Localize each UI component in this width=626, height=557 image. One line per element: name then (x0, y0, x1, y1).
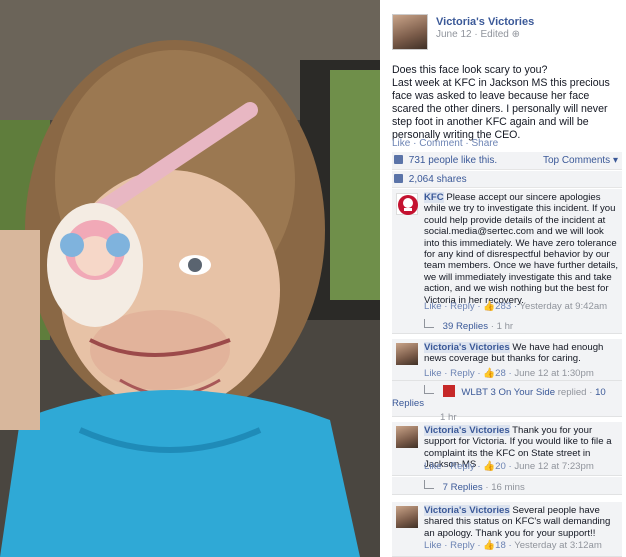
vv-avatar[interactable] (396, 343, 418, 365)
post-date[interactable]: June 12 (436, 29, 472, 40)
comment-body: KFC Please accept our sincere apologies … (424, 192, 620, 306)
shares-bar: 2,064 shares (392, 171, 622, 188)
comment-time[interactable]: Yesterday at 3:12am (514, 540, 602, 551)
comment-item: Victoria's Victories We have had enough … (392, 339, 622, 381)
replies-row[interactable]: 39 Replies · 1 hr (392, 316, 622, 334)
globe-icon: ⊕ (511, 29, 521, 40)
likes-text[interactable]: 731 people like this. (409, 155, 497, 166)
comment-like-link[interactable]: Like (424, 301, 442, 312)
likes-bar: 731 people like this. Top Comments ▾ (392, 152, 622, 170)
share-link[interactable]: Share (472, 138, 499, 149)
like-count[interactable]: 28 (495, 368, 506, 379)
comment-footer: Like · Reply · 👍18 · Yesterday at 3:12am (424, 540, 602, 551)
wlbt-avatar[interactable] (442, 385, 455, 397)
post-panel: Victoria's Victories June 12 · Edited ⊕ … (388, 0, 626, 557)
post-header: Victoria's Victories June 12 · Edited ⊕ (388, 0, 626, 52)
comment-author[interactable]: Victoria's Victories (424, 505, 510, 516)
comment-item: Victoria's Victories Several people have… (392, 502, 622, 557)
comment-link[interactable]: Comment (419, 138, 462, 149)
comment-author[interactable]: KFC (424, 192, 444, 203)
kfc-logo-icon (398, 195, 418, 215)
replies-time: 16 mins (491, 482, 525, 493)
replies-row[interactable]: 7 Replies · 16 mins (392, 477, 622, 495)
post-text-line2: Last week at KFC in Jackson MS this prec… (392, 77, 610, 141)
comment-footer: Like · Reply · 👍28 · June 12 at 1:30pm (424, 368, 594, 379)
comment-footer: Like · Reply · 👍283 · Yesterday at 9:42a… (424, 301, 608, 312)
sub-reply-row[interactable]: WLBT 3 On Your Side replied · 10 Replies… (392, 381, 622, 423)
comment-item: KFC Please accept our sincere apologies … (392, 189, 622, 333)
comment-body: Victoria's Victories We have had enough … (424, 342, 620, 365)
like-count-icon: 👍 (483, 461, 496, 472)
comment-like-link[interactable]: Like (424, 368, 442, 379)
comment-like-link[interactable]: Like (424, 540, 442, 551)
vv-avatar[interactable] (396, 506, 418, 528)
page-avatar[interactable] (392, 14, 428, 50)
caret-down-icon: ▾ (612, 155, 618, 166)
vv-avatar[interactable] (396, 426, 418, 448)
comment-time[interactable]: Yesterday at 9:42am (520, 301, 608, 312)
comment-author[interactable]: Victoria's Victories (424, 425, 510, 436)
sub-reply-author[interactable]: WLBT 3 On Your Side (461, 387, 555, 398)
post-actions: Like · Comment · Share (392, 138, 498, 149)
post-text-line1: Does this face look scary to you? (392, 64, 548, 76)
reply-arrow-icon (424, 319, 434, 328)
edited-label[interactable]: Edited (480, 29, 508, 40)
post-meta: June 12 · Edited ⊕ (436, 29, 520, 40)
comment-reply-link[interactable]: Reply (450, 301, 475, 312)
comment-item: Victoria's Victories Thank you for your … (392, 422, 622, 476)
like-count[interactable]: 283 (495, 301, 511, 312)
comment-time[interactable]: June 12 at 1:30pm (514, 368, 593, 379)
like-count-icon: 👍 (483, 301, 496, 312)
page-name[interactable]: Victoria's Victories (436, 16, 534, 28)
reply-arrow-icon (424, 480, 434, 489)
sub-reply-verb: replied (557, 387, 587, 398)
replies-count[interactable]: 39 Replies (443, 321, 488, 332)
comment-reply-link[interactable]: Reply (450, 540, 475, 551)
top-comments-dropdown[interactable]: Top Comments ▾ (543, 155, 618, 166)
comment-text: Please accept our sincere apologies whil… (424, 192, 619, 306)
like-link[interactable]: Like (392, 138, 410, 149)
top-comments-label: Top Comments (542, 155, 611, 166)
comment-footer: Like · Reply · 👍20 · June 12 at 7:23pm (424, 461, 594, 472)
comment-author[interactable]: Victoria's Victories (424, 342, 510, 353)
comment-reply-link[interactable]: Reply (450, 368, 475, 379)
like-count[interactable]: 20 (495, 461, 506, 472)
thumbs-up-icon (394, 155, 403, 164)
post-text: Does this face look scary to you? Last w… (392, 64, 624, 142)
post-photo[interactable] (0, 0, 380, 557)
kfc-avatar[interactable] (396, 193, 418, 215)
photo-illustration (0, 0, 380, 557)
comment-reply-link[interactable]: Reply (450, 461, 475, 472)
shares-text[interactable]: 2,064 shares (409, 174, 467, 185)
comment-time[interactable]: June 12 at 7:23pm (514, 461, 593, 472)
comment-body: Victoria's Victories Several people have… (424, 505, 620, 539)
like-count-icon: 👍 (483, 540, 496, 551)
like-count-icon: 👍 (483, 368, 496, 379)
replies-time: 1 hr (496, 321, 514, 332)
share-icon (394, 174, 403, 183)
reply-arrow-icon (424, 385, 434, 394)
replies-count[interactable]: 7 Replies (443, 482, 483, 493)
comment-like-link[interactable]: Like (424, 461, 442, 472)
like-count[interactable]: 18 (495, 540, 506, 551)
